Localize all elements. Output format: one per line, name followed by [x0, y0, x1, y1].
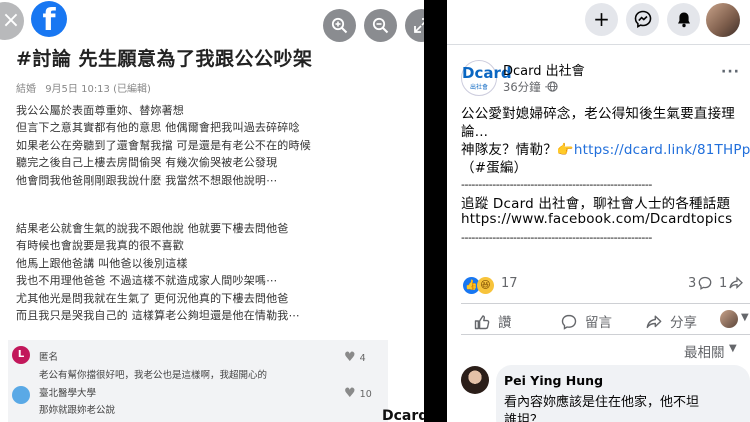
close-icon: ×	[1, 8, 21, 33]
page-avatar-text: Dcard	[462, 64, 512, 82]
divider-rule: ----------------------------------------…	[461, 178, 652, 191]
divider	[461, 303, 750, 304]
image-post-line: 聽完之後自己上樓去房間偷哭 有幾次偷哭被老公發現	[16, 156, 278, 170]
zoom-in-button[interactable]	[323, 9, 356, 42]
messenger-button[interactable]	[626, 3, 659, 36]
post-timestamp[interactable]: 36分鐘 ·	[503, 79, 548, 95]
notifications-button[interactable]	[667, 3, 700, 36]
share-icon	[646, 315, 662, 328]
image-post-line: 我也不用理他爸爸 不過這樣不就造成家人間吵架嗎⋯	[16, 274, 278, 288]
comment-text-line: 看內容妳應該是住在他家，他不坦	[504, 395, 700, 410]
image-comment-name: 匿名	[39, 352, 59, 363]
top-bar: +	[447, 0, 750, 40]
post-image: #討論 先生願意為了我跟公公吵架 結婚 9月5日 10:13 (已編輯) 我公公…	[0, 0, 428, 422]
image-post-line: 結果老公就會生氣的說我不跟他說 他就要下樓去問他爸	[16, 222, 289, 235]
facebook-logo-letter: f	[42, 3, 56, 38]
thumbs-up-icon	[474, 314, 490, 329]
like-button-label: 讚	[498, 315, 512, 331]
image-comments: L 匿名 老公有幫你擋很好吧，我老公也是這樣啊，我超開心的 ♥ 4 臺北醫學大學 …	[8, 340, 388, 422]
image-post-line: 他馬上跟他爸講 叫他爸以後別這樣	[16, 256, 188, 270]
caret-down-icon[interactable]: ▼	[741, 312, 749, 323]
zoom-in-icon	[331, 17, 348, 34]
comment-sort-dropdown[interactable]: 最相關	[684, 341, 725, 361]
viewer-divider	[424, 0, 447, 422]
image-post-meta: 結婚 9月5日 10:13 (已編輯)	[16, 80, 157, 95]
commenter-name-link[interactable]: Pei Ying Hung	[504, 373, 603, 388]
image-post-paragraph-1: 我公公屬於表面尊重妳、替妳著想 但言下之意其實都有他的意思 他偶爾會把我叫過去碎…	[16, 102, 311, 189]
image-comment-text: 那妳就跟妳老公說	[39, 405, 116, 416]
avatar	[12, 386, 30, 404]
heart-icon: ♥	[344, 350, 356, 365]
image-comment-text: 老公有幫你擋很好吧，我老公也是這樣啊，我超開心的	[39, 370, 268, 381]
comment-button[interactable]: 留言	[561, 311, 612, 331]
top-divider	[447, 44, 750, 45]
page-avatar-sub: 出社會	[469, 84, 488, 91]
image-post-line: 但言下之意其實都有他的意思 他偶爾會把我叫過去碎碎唸	[16, 121, 300, 135]
comment-button-label: 留言	[585, 315, 612, 331]
commenter-avatar[interactable]	[461, 366, 489, 394]
haha-reaction-icon: 😆	[477, 277, 494, 294]
photo-viewer: #討論 先生願意為了我跟公公吵架 結婚 9月5日 10:13 (已編輯) 我公公…	[0, 0, 447, 422]
zoom-out-button[interactable]	[364, 9, 397, 42]
bell-icon	[677, 12, 690, 28]
messenger-icon	[634, 10, 651, 28]
divider	[461, 334, 750, 335]
divider-rule: ----------------------------------------…	[461, 231, 652, 244]
post-panel: + Dcard 出社會 Dcard 出社會 36分鐘 · ··· 公公愛對媳婦碎…	[447, 0, 750, 422]
avatar: L	[12, 346, 30, 364]
reaction-count[interactable]: 17	[501, 276, 518, 291]
page-avatar[interactable]: Dcard 出社會	[461, 60, 512, 96]
image-post-paragraph-2: 結果老公就會生氣的說我不跟他說 他就要下樓去問他爸 有時候也會說要是我真的很不喜…	[16, 220, 300, 324]
share-count[interactable]: 1	[719, 276, 727, 291]
page-name-link[interactable]: Dcard 出社會	[503, 60, 585, 79]
dcard-watermark: Dcard	[382, 408, 429, 422]
share-count-icon	[729, 276, 743, 290]
post-promo-line: 追蹤 Dcard 出社會，聊社會人士的各種話題	[461, 196, 731, 212]
image-comment-like-count: 4	[359, 353, 366, 364]
image-post-line: 他會問我他爸剛剛跟我說什麼 我當然不想跟他說明⋯	[16, 173, 278, 187]
comment-count[interactable]: 3	[688, 276, 696, 291]
create-button[interactable]: +	[585, 3, 618, 36]
image-comment-name: 臺北醫學大學	[39, 388, 97, 399]
image-comment-likes: ♥ 4	[344, 350, 366, 365]
comment-icon	[561, 314, 577, 330]
share-as-avatar[interactable]	[720, 310, 738, 328]
post-link[interactable]: https://dcard.link/81THPp	[574, 142, 750, 158]
post-text-line: 論...	[461, 124, 489, 140]
image-comment-like-count: 10	[359, 389, 372, 400]
image-post-board: 結婚	[16, 84, 36, 95]
post-promo-url: https://www.facebook.com/Dcardtopics	[461, 211, 732, 227]
caret-down-icon[interactable]: ▼	[729, 343, 737, 354]
image-post-date: 9月5日 10:13 (已編輯)	[45, 84, 151, 95]
account-avatar[interactable]	[706, 3, 740, 37]
reaction-icons[interactable]: 👍 😆	[463, 275, 494, 294]
post-text-line: 神隊友？情勒？👉https://dcard.link/81THPp	[461, 138, 750, 158]
more-options-icon[interactable]: ···	[721, 64, 740, 80]
image-post-line: 而且我只是哭我自己的 這樣算老公夠坦還是他在情勒我⋯	[16, 309, 300, 323]
facebook-logo[interactable]: f	[31, 1, 67, 38]
comment-text-line: 誰坦？	[504, 413, 544, 422]
image-post-title: #討論 先生願意為了我跟公公吵架	[16, 48, 313, 70]
post-text-line: （#蛋編）	[461, 160, 528, 176]
image-post-line: 有時候也會說要是我真的很不喜歡	[16, 239, 184, 253]
zoom-out-icon	[372, 17, 389, 34]
comment-count-icon	[698, 276, 712, 290]
share-button-label: 分享	[670, 315, 697, 331]
heart-icon: ♥	[344, 386, 356, 401]
post-text-line: 公公愛對媳婦碎念，老公得知後生氣要直接理	[461, 106, 735, 122]
promo-url-link[interactable]: https://www.facebook.com/Dcardtopics	[461, 211, 732, 227]
globe-icon	[547, 81, 558, 92]
image-post-line: 如果老公在旁聽到了還會幫我擋 可是還是有老公不在的時候	[16, 138, 311, 152]
plus-icon: +	[593, 7, 610, 31]
like-button[interactable]: 讚	[474, 311, 512, 331]
image-comment-likes: ♥ 10	[344, 386, 372, 401]
image-post-line: 我公公屬於表面尊重妳、替妳著想	[16, 104, 184, 117]
image-post-line: 尤其他光是問我就在生氣了 更何況他真的下樓去問他爸	[16, 291, 289, 305]
share-button[interactable]: 分享	[646, 311, 697, 331]
